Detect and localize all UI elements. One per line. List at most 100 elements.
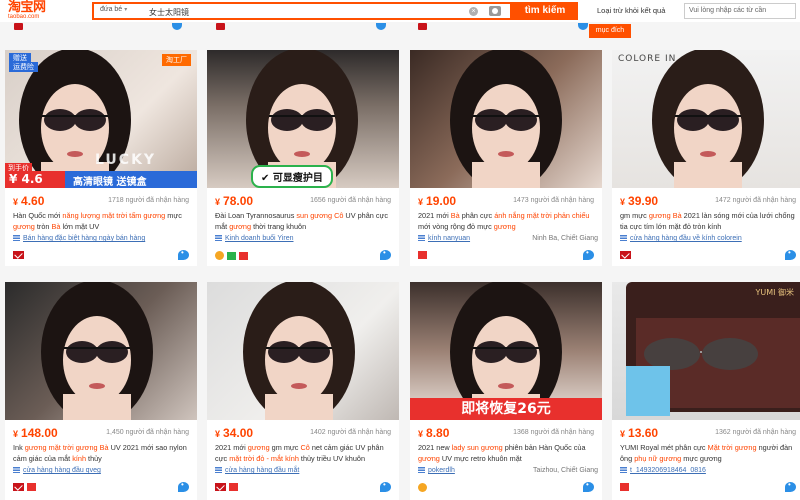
product-image[interactable] — [207, 282, 399, 420]
wangwang-chat-icon[interactable] — [583, 480, 594, 492]
badge-row — [215, 483, 241, 492]
search-scope-dropdown[interactable]: đứa bé ▾ — [100, 6, 127, 13]
wangwang-icon[interactable] — [172, 23, 182, 30]
product-card[interactable]: ✔ 可显瘦护目 ¥78.00 1656 người đã nhận hàng Đài … — [207, 50, 399, 266]
shop-name-link[interactable]: cửa hàng hàng đầu qveg — [23, 467, 101, 474]
product-card[interactable]: ¥148.00 1,450 người đã nhận hàng Ink gương… — [5, 282, 197, 500]
red-badge-icon — [239, 252, 248, 260]
title-keyword: Bà — [450, 211, 460, 220]
clear-icon[interactable]: × — [469, 7, 478, 16]
shop-icon — [13, 467, 20, 473]
shop-name-link[interactable]: t_1493206918464_0816 — [630, 467, 706, 474]
wangwang-chat-icon[interactable] — [178, 248, 189, 260]
mail-badge-icon — [418, 23, 427, 30]
wangwang-chat-icon[interactable] — [785, 480, 796, 492]
shop-name-link[interactable]: pokerdlh — [428, 467, 455, 474]
title-keyword: gương — [247, 443, 270, 452]
factory-badge: 淘工厂 — [162, 54, 191, 66]
price-value: 34.00 — [223, 426, 254, 440]
title-text: YUMI Royal mét phân cực — [620, 443, 708, 452]
exclude-input[interactable]: Vui lòng nhập các từ cần — [684, 3, 796, 19]
camera-icon[interactable] — [489, 6, 501, 16]
product-title[interactable]: 2021 mới Bà phân cực ánh nắng mặt trời p… — [418, 210, 596, 232]
product-card[interactable]: ¥34.00 1402 người đã nhận hàng 2021 mới gư… — [207, 282, 399, 500]
product-card[interactable]: COLORE IN ¥39.90 1472 người đã nhận hàng gm… — [612, 50, 800, 266]
wangwang-chat-icon[interactable] — [380, 248, 391, 260]
red-badge-icon — [620, 483, 629, 491]
shop-name-link[interactable]: cửa hàng hàng đầu mắt — [225, 467, 299, 474]
shop-name-link[interactable]: Kinh doanh buổi Yiren — [225, 235, 294, 242]
product-image[interactable]: COLORE IN — [612, 50, 800, 188]
chevron-down-icon: ▾ — [124, 7, 128, 13]
shop-icon — [620, 467, 627, 473]
wangwang-chat-icon[interactable] — [583, 248, 594, 260]
badge-row — [13, 483, 39, 492]
product-price: ¥39.90 — [620, 194, 658, 208]
product-image[interactable]: 赠送 运费险 淘工厂 LUCKY 到手价 ¥ 4.6 高清眼镜 送镜盒 — [5, 50, 197, 188]
product-title[interactable]: 2021 new lady sun gương phiên bản Hàn Qu… — [418, 442, 596, 464]
product-title[interactable]: 2021 mới gương gm mực Cô net cảm giác UV… — [215, 442, 393, 464]
search-button[interactable]: tìm kiếm — [512, 2, 578, 20]
price-value: 39.90 — [628, 194, 659, 208]
model-silhouette — [243, 282, 355, 420]
product-title[interactable]: Hàn Quốc mới năng lượng mặt trời tấm gươ… — [13, 210, 191, 232]
product-card[interactable]: ¥19.00 1473 người đã nhận hàng 2021 mới Bà… — [410, 50, 602, 266]
currency-symbol: ¥ — [620, 429, 626, 439]
product-card[interactable]: 即将恢复26元 ¥8.80 1368 người đã nhận hàng 2021 … — [410, 282, 602, 500]
title-keyword: phụ nữ gương — [634, 454, 682, 463]
title-keyword: năng lượng mặt trời tấm gương — [62, 211, 166, 220]
logo-url: taobao.com — [8, 14, 40, 20]
badge-row — [418, 483, 430, 492]
slimming-badge: ✔ 可显瘦护目 — [251, 165, 333, 188]
product-image[interactable]: YUMI 御米 — [612, 282, 800, 420]
product-image[interactable]: 即将恢复26元 — [410, 282, 602, 420]
title-keyword: mặt trời đỏ - mắt kính — [229, 454, 299, 463]
wangwang-icon[interactable] — [376, 23, 386, 30]
shop-name-link[interactable]: Bán hàng đặc biệt hàng ngày bán hàng — [23, 235, 145, 242]
product-image[interactable] — [410, 50, 602, 188]
gold-badge-icon — [215, 251, 224, 260]
shop-location: Taizhou, Chiết Giang — [533, 467, 598, 474]
product-image[interactable] — [5, 282, 197, 420]
badge-row — [13, 251, 27, 260]
search-input[interactable] — [149, 6, 489, 18]
title-text: phiên bản Hàn Quốc của — [502, 443, 586, 452]
product-card[interactable]: YUMI 御米 ¥13.60 1362 người đã nhận hàng YUMI… — [612, 282, 800, 500]
shop-row: Bán hàng đặc biệt hàng ngày bán hàng — [13, 235, 193, 242]
sold-count: 1368 người đã nhận hàng — [513, 429, 594, 436]
mail-badge-icon — [215, 483, 226, 491]
product-title[interactable]: YUMI Royal mét phân cực Mặt trời gương n… — [620, 442, 798, 464]
red-badge-icon — [229, 483, 238, 491]
red-badge-icon — [418, 251, 427, 259]
title-text: mới vòng rộng đỏ mực — [418, 222, 494, 231]
title-text: phân cực — [459, 211, 495, 220]
wangwang-chat-icon[interactable] — [178, 480, 189, 492]
title-keyword: gương — [418, 454, 440, 463]
shop-location: Ninh Ba, Chiết Giang — [532, 235, 598, 242]
product-title[interactable]: gm mực gương Bà 2021 làn sóng mới của lư… — [620, 210, 798, 232]
mail-badge-icon — [14, 23, 23, 30]
shop-icon — [215, 235, 222, 241]
product-title[interactable]: Ink gương mặt trời gương Bà UV 2021 mới … — [13, 442, 191, 464]
model-silhouette — [41, 282, 153, 420]
product-card[interactable]: 赠送 运费险 淘工厂 LUCKY 到手价 ¥ 4.6 高清眼镜 送镜盒 ¥4.60 1718 … — [5, 50, 197, 266]
wangwang-icon[interactable] — [578, 23, 588, 30]
title-keyword: gương mặt trời gương — [24, 443, 98, 452]
taobao-logo[interactable]: 淘宝网 taobao.com — [8, 1, 76, 21]
title-text: Hàn Quốc mới — [13, 211, 63, 220]
wangwang-chat-icon[interactable] — [785, 248, 796, 260]
product-title[interactable]: Đài Loan Tyrannosaurus sun gương Cô UV p… — [215, 210, 393, 232]
currency-symbol: ¥ — [620, 197, 626, 207]
product-image[interactable]: ✔ 可显瘦护目 — [207, 50, 399, 188]
product-price: ¥34.00 — [215, 426, 253, 440]
purpose-tag-button[interactable]: mục đích — [589, 24, 631, 38]
shop-name-link[interactable]: kính nanyuan — [428, 235, 470, 242]
title-text: gm mực — [620, 211, 649, 220]
logo-text: 淘宝网 — [8, 0, 46, 15]
shop-name-link[interactable]: cửa hàng hàng đầu về kính colorein — [630, 235, 742, 242]
title-text: lớn mặt UV — [60, 222, 100, 231]
model-silhouette — [652, 50, 764, 188]
currency-symbol: ¥ — [215, 197, 221, 207]
wangwang-chat-icon[interactable] — [380, 480, 391, 492]
product-price: ¥13.60 — [620, 426, 658, 440]
